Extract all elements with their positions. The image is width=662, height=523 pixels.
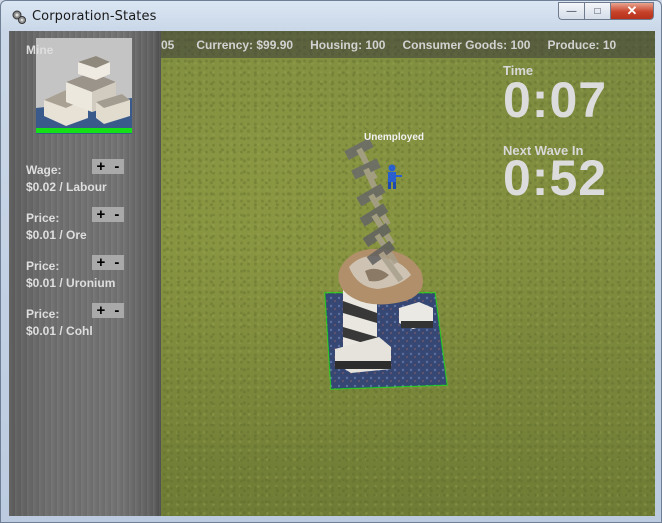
resource-consumer-goods: Consumer Goods: 100 [402,37,531,52]
selected-building-name: Mine [26,43,54,57]
stat-value: $0.01 / Cohl [26,324,93,338]
resource-produce: Produce: 10 [547,37,617,52]
window-controls: — □ ✕ [558,2,654,21]
increase-cohl-price-button[interactable]: + [97,303,106,318]
increase-wage-button[interactable]: + [97,159,106,174]
close-icon: ✕ [626,3,638,18]
worker-icon[interactable] [388,164,402,190]
decrease-cohl-price-button[interactable]: - [114,303,119,318]
close-button[interactable]: ✕ [610,2,654,20]
increase-uronium-price-button[interactable]: + [97,255,106,270]
price-uronium-adjust: + - [92,255,124,270]
stat-value: $0.02 / Labour [26,180,107,194]
maximize-icon: □ [594,5,601,17]
price-ore-adjust: + - [92,207,124,222]
stat-value: $0.01 / Ore [26,228,87,242]
resource-partial: 05 [161,37,175,52]
next-wave-value: 0:52 [503,150,608,206]
resource-currency: Currency: $99.90 [196,37,294,52]
minimize-button[interactable]: — [558,2,584,20]
stat-value: $0.01 / Uronium [26,276,116,290]
wage-labour-adjust: + - [92,159,124,174]
price-ore-stat: Price: $0.01 / Ore [26,211,87,242]
minimize-icon: — [566,5,577,17]
decrease-ore-price-button[interactable]: - [114,207,119,222]
stat-label: Price: [26,211,60,225]
resource-housing: Housing: 100 [310,37,386,52]
app-window: Corporation-States — □ ✕ Unemployed 05 C… [0,0,662,523]
price-cohl-adjust: + - [92,303,124,318]
decrease-uronium-price-button[interactable]: - [114,255,119,270]
decrease-wage-button[interactable]: - [114,159,119,174]
resource-bar: 05 Currency: $99.90 Housing: 100 Consume… [159,31,655,58]
price-cohl-stat: Price: $0.01 / Cohl [26,307,93,338]
game-viewport[interactable]: Unemployed 05 Currency: $99.90 Housing: … [9,31,655,516]
unit-status-label: Unemployed [364,132,425,143]
building-health-bar [36,128,132,133]
time-value: 0:07 [503,72,608,128]
increase-ore-price-button[interactable]: + [97,207,106,222]
stat-label: Price: [26,307,60,321]
selection-panel: Mine Wage: $0.02 / Labour + - Price: $0.… [9,31,161,516]
maximize-button[interactable]: □ [584,2,610,20]
title-bar[interactable]: Corporation-States — □ ✕ [1,1,661,31]
window-title: Corporation-States [32,9,157,24]
cog-chain-icon [12,10,26,24]
